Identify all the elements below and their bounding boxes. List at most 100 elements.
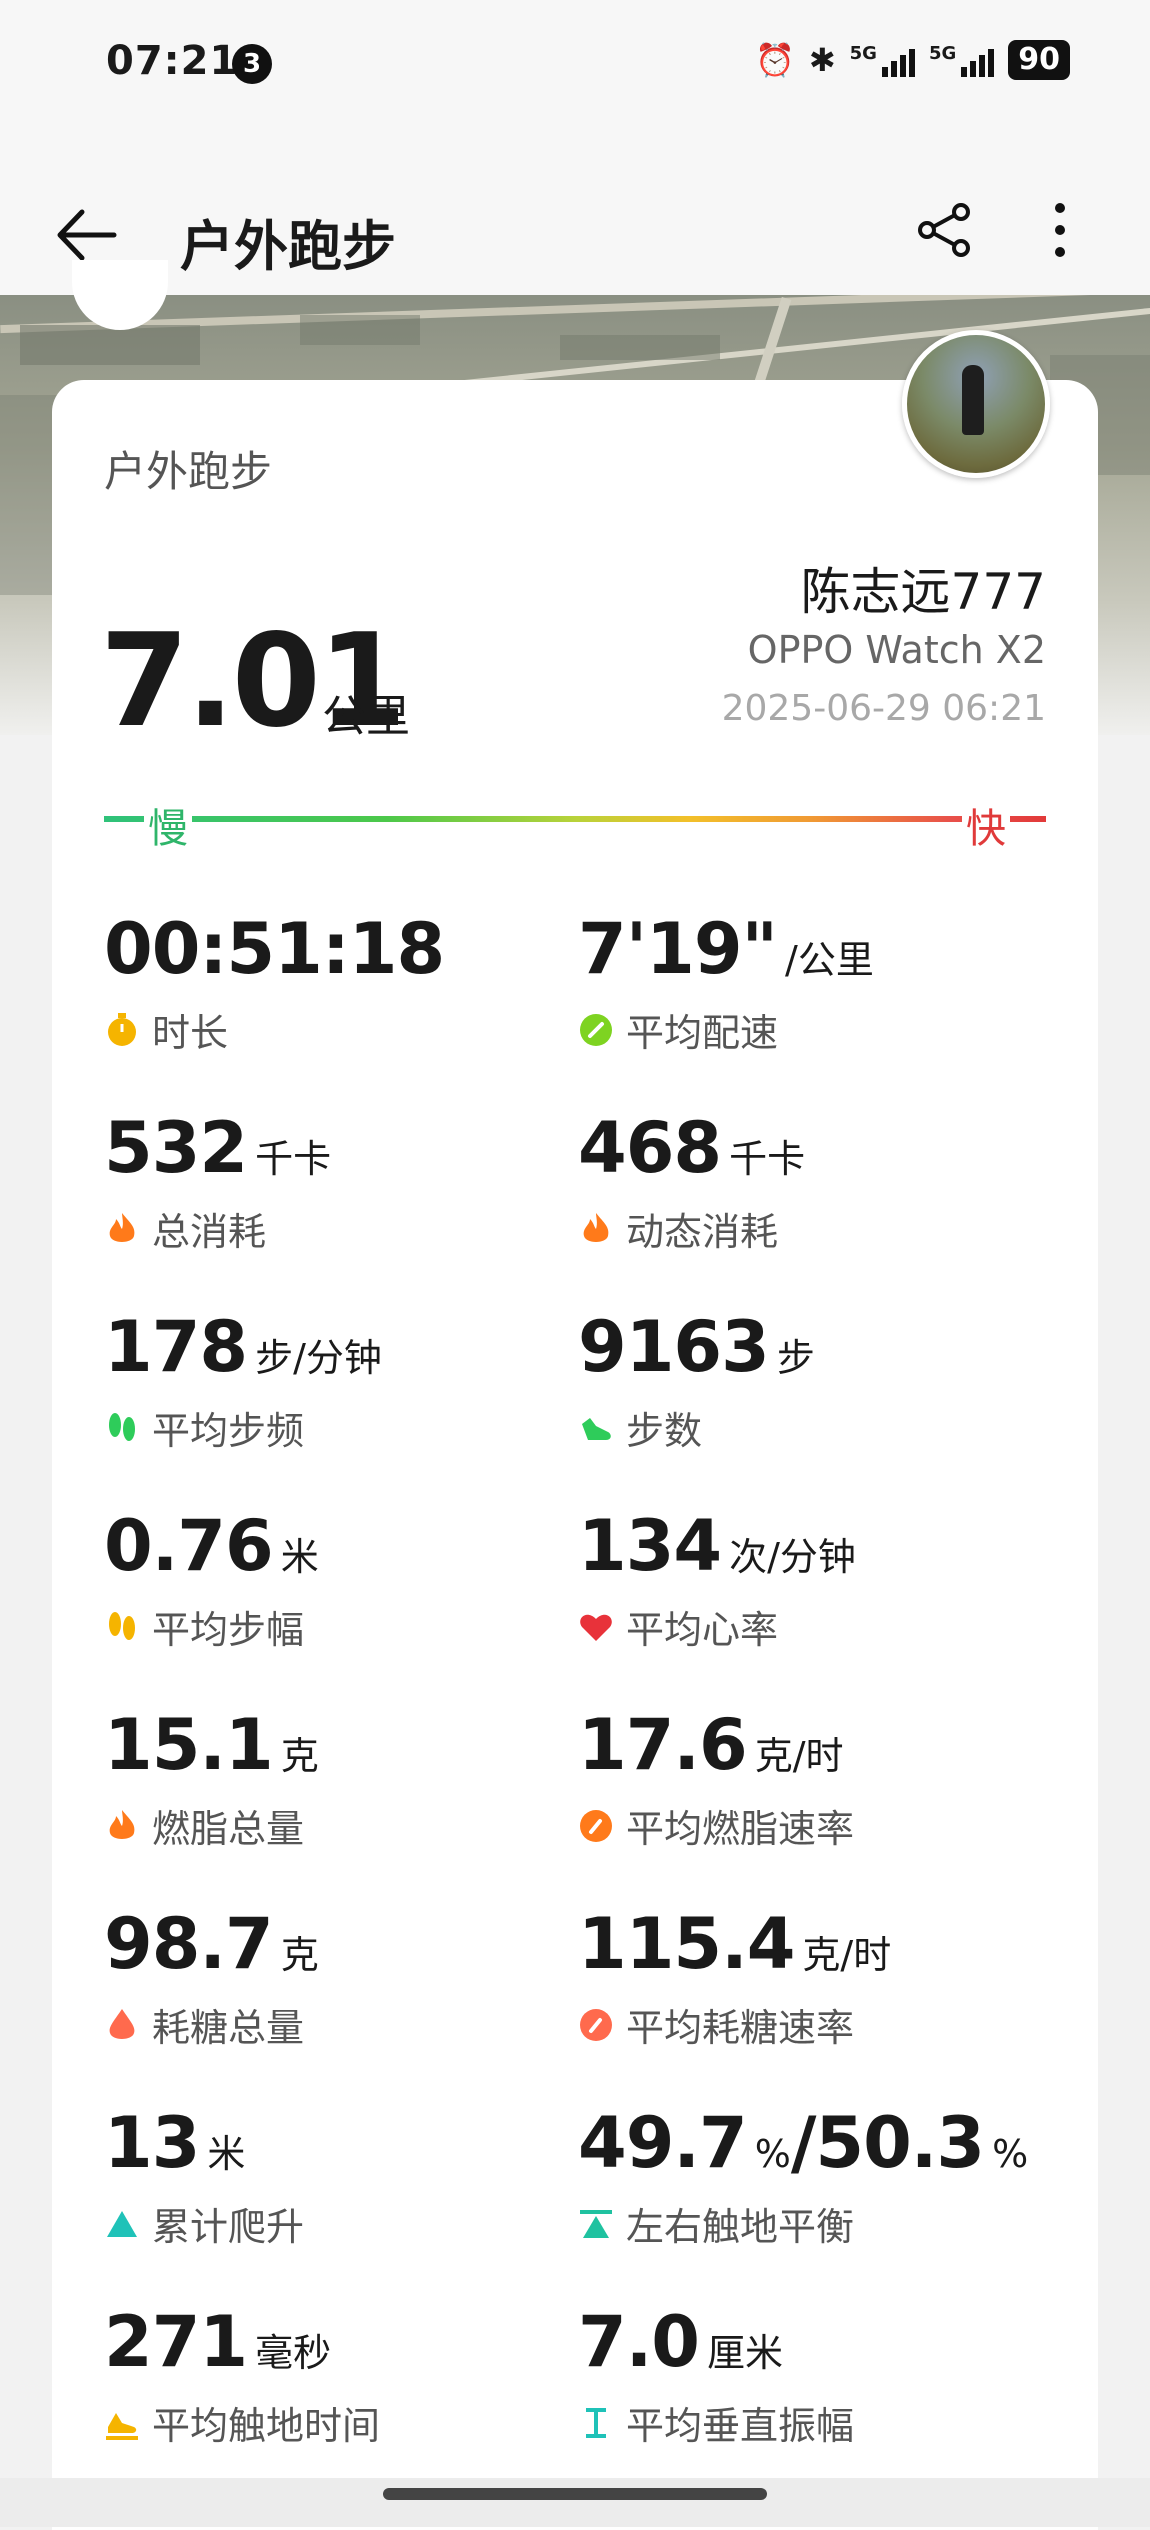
home-indicator[interactable] bbox=[383, 2488, 767, 2500]
metric-item: 00:51:18 时长 bbox=[104, 908, 544, 1057]
metric-label-row: 步数 bbox=[578, 1400, 1018, 1455]
metric-value: 178 bbox=[104, 1306, 248, 1388]
metric-value: 468 bbox=[578, 1107, 722, 1189]
shoe-icon bbox=[582, 1417, 611, 1440]
flame-icon bbox=[583, 1212, 609, 1242]
flame-icon bbox=[109, 1809, 135, 1839]
metric-unit: 厘米 bbox=[707, 2331, 784, 2375]
metric-label: 燃脂总量 bbox=[152, 1807, 305, 1851]
pace-scale-bar bbox=[104, 816, 1046, 822]
distance-unit: 公里 bbox=[322, 691, 410, 742]
stopwatch-icon bbox=[108, 1012, 136, 1046]
metric-item: 271 毫秒 平均触地时间 bbox=[104, 2301, 544, 2450]
metric-label: 平均配速 bbox=[626, 1011, 779, 1055]
metric-value: 15.1 bbox=[104, 1704, 274, 1786]
activity-datetime: 2025-06-29 06:21 bbox=[721, 688, 1046, 729]
alarm-icon: ⏰ bbox=[754, 41, 795, 79]
metric-value-row: 13 米 bbox=[104, 2102, 544, 2184]
metric-label-row: 平均步频 bbox=[104, 1400, 544, 1455]
metric-label: 平均耗糖速率 bbox=[626, 2006, 855, 2050]
metric-label: 平均心率 bbox=[626, 1608, 779, 1652]
notification-badge: 3 bbox=[232, 44, 272, 84]
metric-value-row: 98.7 克 bbox=[104, 1903, 544, 1985]
metric-unit-secondary: % bbox=[992, 2132, 1029, 2176]
status-icons: ⏰ ✱ 5G 5G 90 bbox=[755, 40, 1070, 80]
metric-unit: 克 bbox=[280, 1734, 319, 1778]
metric-label: 平均燃脂速率 bbox=[626, 1807, 855, 1851]
metric-value: 0.76 bbox=[104, 1505, 274, 1587]
metric-value-row: 532 千卡 bbox=[104, 1107, 544, 1189]
metric-item: 7.0 厘米平均垂直振幅 bbox=[578, 2301, 1018, 2450]
metric-value: 271 bbox=[104, 2301, 248, 2383]
gesture-area bbox=[0, 2478, 1150, 2527]
metric-item: 468 千卡动态消耗 bbox=[578, 1107, 1018, 1256]
metric-label-row: 动态消耗 bbox=[578, 1201, 1018, 1256]
metric-label: 耗糖总量 bbox=[152, 2006, 305, 2050]
status-bar: 07:21 3 ⏰ ✱ 5G 5G 90 bbox=[0, 0, 1150, 130]
metric-unit: 克/时 bbox=[802, 1933, 892, 1977]
metric-item: 13 米累计爬升 bbox=[104, 2102, 544, 2251]
battery-indicator: 90 bbox=[1008, 40, 1070, 80]
heart-icon bbox=[580, 1614, 612, 1641]
metric-item: 532 千卡总消耗 bbox=[104, 1107, 544, 1256]
metric-item: 7'19"/公里 平均配速 bbox=[578, 908, 1018, 1057]
metric-unit: 次/分钟 bbox=[729, 1535, 856, 1579]
metric-value-secondary: /50.3 bbox=[790, 2102, 985, 2184]
metric-value-row: 134 次/分钟 bbox=[578, 1505, 1018, 1587]
metric-item: 15.1 克燃脂总量 bbox=[104, 1704, 544, 1853]
metric-value: 17.6 bbox=[578, 1704, 748, 1786]
avatar[interactable] bbox=[902, 330, 1050, 478]
metric-item: 17.6 克/时 平均燃脂速率 bbox=[578, 1704, 1018, 1853]
metric-label: 动态消耗 bbox=[626, 1210, 779, 1254]
metric-value-row: 15.1 克 bbox=[104, 1704, 544, 1786]
page-title: 户外跑步 bbox=[180, 215, 396, 278]
metric-label: 时长 bbox=[152, 1011, 229, 1055]
pace-scale-slow: 慢 bbox=[144, 796, 192, 854]
metric-label-row: 平均步幅 bbox=[104, 1599, 544, 1654]
metric-label-row: 累计爬升 bbox=[104, 2196, 544, 2251]
metric-label: 平均垂直振幅 bbox=[626, 2404, 855, 2448]
metric-label-row: 平均触地时间 bbox=[104, 2395, 544, 2450]
metric-value: 49.7 bbox=[578, 2102, 748, 2184]
metric-label-row: 燃脂总量 bbox=[104, 1798, 544, 1853]
metric-label-row: 总消耗 bbox=[104, 1201, 544, 1256]
metric-value: 7'19" bbox=[578, 908, 778, 990]
metric-value-row: 468 千卡 bbox=[578, 1107, 1018, 1189]
metric-label-row: 平均垂直振幅 bbox=[578, 2395, 1018, 2450]
metric-label: 左右触地平衡 bbox=[626, 2205, 855, 2249]
activity-type: 户外跑步 bbox=[104, 447, 273, 496]
pace-scale-fast: 快 bbox=[962, 796, 1010, 854]
metric-label-row: 平均燃脂速率 bbox=[578, 1798, 1018, 1853]
metric-unit: 米 bbox=[280, 1535, 319, 1579]
share-icon[interactable] bbox=[915, 200, 975, 260]
triangle-up-icon bbox=[107, 2210, 137, 2237]
pace-gauge-icon bbox=[580, 1013, 612, 1046]
metric-value-row: 178 步/分钟 bbox=[104, 1306, 544, 1388]
metric-value: 115.4 bbox=[578, 1903, 795, 1985]
status-time: 07:21 bbox=[106, 38, 239, 84]
footprints-icon bbox=[109, 1412, 135, 1441]
metric-value: 98.7 bbox=[104, 1903, 274, 1985]
metric-unit: /公里 bbox=[785, 938, 874, 982]
metric-value: 13 bbox=[104, 2102, 200, 2184]
metric-label-row: 平均耗糖速率 bbox=[578, 1997, 1018, 2052]
metric-label-row: 平均心率 bbox=[578, 1599, 1018, 1654]
metric-value: 9163 bbox=[578, 1306, 770, 1388]
metric-label: 步数 bbox=[626, 1409, 703, 1453]
metric-item: 115.4 克/时平均耗糖速率 bbox=[578, 1903, 1018, 2052]
metric-unit: 千卡 bbox=[255, 1137, 332, 1181]
vertical-oscillation-icon bbox=[586, 2407, 606, 2438]
metric-label-row: 时长 bbox=[104, 1002, 544, 1057]
metric-value-row: 7.0 厘米 bbox=[578, 2301, 1018, 2383]
metric-value: 532 bbox=[104, 1107, 248, 1189]
gauge-icon bbox=[580, 1809, 612, 1842]
metric-item: 178 步/分钟平均步频 bbox=[104, 1306, 544, 1455]
metric-value: 134 bbox=[578, 1505, 722, 1587]
metric-label: 平均触地时间 bbox=[152, 2404, 381, 2448]
metric-value-row: 49.7 %/50.3% bbox=[578, 2102, 1028, 2184]
metric-label: 平均步频 bbox=[152, 1409, 305, 1453]
more-vertical-icon[interactable] bbox=[1040, 200, 1080, 260]
metric-item: 0.76 米平均步幅 bbox=[104, 1505, 544, 1654]
signal-5g-icon: 5G bbox=[929, 43, 995, 77]
metric-value-row: 115.4 克/时 bbox=[578, 1903, 1018, 1985]
